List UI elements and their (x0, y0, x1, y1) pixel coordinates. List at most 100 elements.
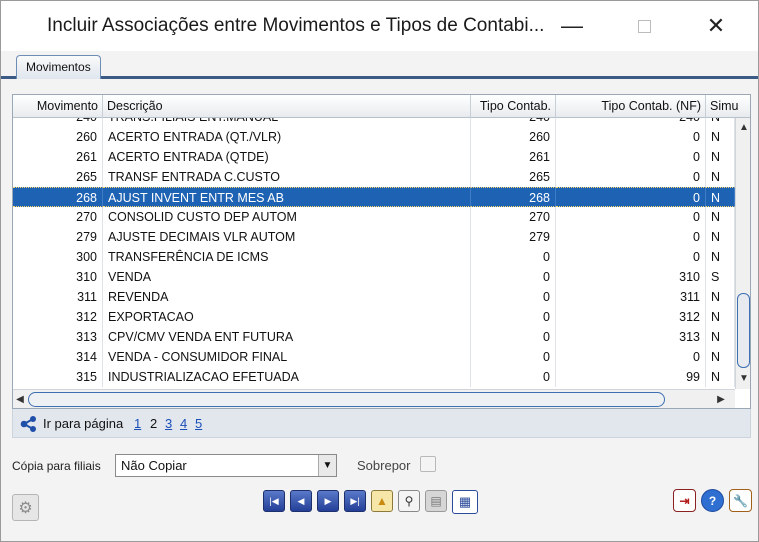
table-row[interactable]: 270 CONSOLID CUSTO DEP AUTOM 270 0 N (13, 207, 735, 227)
scroll-right-icon[interactable]: ▶ (715, 393, 727, 407)
copy-branches-value: Não Copiar (121, 458, 187, 473)
first-record-button[interactable]: |◀ (263, 490, 285, 512)
table-row[interactable]: 261 ACERTO ENTRADA (QTDE) 261 0 N (13, 147, 735, 167)
help-icon: ? (708, 493, 717, 508)
gear-icon: ⚙ (18, 499, 33, 517)
table-row[interactable]: 314 VENDA - CONSUMIDOR FINAL 0 0 N (13, 347, 735, 367)
cell-movimento: 300 (13, 247, 103, 267)
settings-button[interactable]: ⚙ (12, 494, 39, 521)
cell-tipo: 240 (471, 118, 556, 127)
dialog-window: Incluir Associações entre Movimentos e T… (0, 0, 759, 542)
table-row[interactable]: 313 CPV/CMV VENDA ENT FUTURA 0 313 N (13, 327, 735, 347)
next-icon: ▶ (324, 495, 332, 506)
cell-descricao: TRANSFERÊNCIA DE ICMS (103, 247, 471, 267)
maximize-icon (637, 19, 651, 33)
cell-tipo: 0 (471, 327, 556, 347)
table-row[interactable]: 300 TRANSFERÊNCIA DE ICMS 0 0 N (13, 247, 735, 267)
overwrite-checkbox[interactable] (420, 456, 436, 472)
cell-tipo-nf: 99 (556, 367, 706, 387)
page-link-4[interactable]: 4 (180, 416, 187, 431)
page-link-5[interactable]: 5 (195, 416, 202, 431)
view-button[interactable]: ▤ (425, 490, 447, 512)
help-button[interactable]: ? (701, 489, 724, 512)
cell-tipo: 0 (471, 307, 556, 327)
cell-descricao: ACERTO ENTRADA (QTDE) (103, 147, 471, 167)
table-row[interactable]: 265 TRANSF ENTRADA C.CUSTO 265 0 N (13, 167, 735, 187)
table-row[interactable]: 310 VENDA 0 310 S (13, 267, 735, 287)
header-simu[interactable]: Simu (706, 95, 750, 118)
table-row-selected[interactable]: 268 AJUST INVENT ENTR MES AB 268 0 N (13, 187, 735, 207)
cell-movimento: 268 (13, 187, 103, 207)
chevron-down-icon[interactable]: ▼ (318, 455, 336, 476)
cell-simu: N (706, 327, 735, 347)
horizontal-scrollbar[interactable]: ◀ ▶ (13, 389, 735, 408)
cell-tipo: 270 (471, 207, 556, 227)
tab-bar: Movimentos (1, 51, 758, 79)
cell-movimento: 265 (13, 167, 103, 187)
window-title: Incluir Associações entre Movimentos e T… (47, 15, 545, 36)
title-bar: Incluir Associações entre Movimentos e T… (1, 1, 758, 51)
share-icon (20, 416, 36, 432)
goto-page-label: Ir para página (43, 416, 124, 431)
header-tipo-contab-nf[interactable]: Tipo Contab. (NF) (556, 95, 706, 118)
cell-descricao: TRANSF ENTRADA C.CUSTO (103, 167, 471, 187)
cell-movimento: 279 (13, 227, 103, 247)
table-row[interactable]: 279 AJUSTE DECIMAIS VLR AUTOM 279 0 N (13, 227, 735, 247)
minimize-button[interactable]: — (549, 9, 595, 43)
cell-tipo: 0 (471, 247, 556, 267)
page-link-1[interactable]: 1 (134, 416, 141, 431)
cell-tipo-nf: 0 (556, 167, 706, 187)
copy-branches-select[interactable]: Não Copiar ▼ (115, 454, 337, 477)
vertical-scroll-thumb[interactable] (737, 293, 750, 368)
tab-movimentos[interactable]: Movimentos (16, 55, 101, 79)
close-button[interactable]: ✕ (693, 9, 739, 43)
view-icon: ▤ (430, 494, 442, 508)
tools-button[interactable]: 🔧 (729, 489, 752, 512)
prev-icon: ◀ (297, 495, 305, 506)
search-button[interactable]: ⚲ (398, 490, 420, 512)
vertical-scrollbar[interactable]: ▲ ▼ (735, 118, 750, 389)
grid-rows: 240 TRANS.FILIAIS ENT.MANUAL 240 240 N 2… (13, 118, 735, 389)
table-row[interactable]: 260 ACERTO ENTRADA (QT./VLR) 260 0 N (13, 127, 735, 147)
table-row-partial[interactable]: 240 TRANS.FILIAIS ENT.MANUAL 240 240 N (13, 118, 735, 127)
header-descricao[interactable]: Descrição (103, 95, 471, 118)
grid-icon: ▦ (458, 494, 472, 509)
cell-tipo: 279 (471, 227, 556, 247)
cell-tipo-nf: 0 (556, 127, 706, 147)
header-movimento[interactable]: Movimento (13, 95, 103, 118)
page-link-3[interactable]: 3 (165, 416, 172, 431)
scroll-left-icon[interactable]: ◀ (14, 393, 26, 407)
cell-descricao: REVENDA (103, 287, 471, 307)
cell-simu: N (706, 287, 735, 307)
scroll-up-icon[interactable]: ▲ (738, 121, 750, 135)
prev-record-button[interactable]: ◀ (290, 490, 312, 512)
cell-simu: N (706, 347, 735, 367)
cell-descricao: VENDA - CONSUMIDOR FINAL (103, 347, 471, 367)
grid-view-button[interactable]: ▦ (452, 490, 478, 514)
cell-tipo-nf: 312 (556, 307, 706, 327)
cell-tipo-nf: 0 (556, 147, 706, 167)
eject-button[interactable]: ▲ (371, 490, 393, 512)
scroll-down-icon[interactable]: ▼ (738, 372, 750, 386)
cell-descricao: ACERTO ENTRADA (QT./VLR) (103, 127, 471, 147)
cell-tipo-nf: 0 (556, 347, 706, 367)
table-row[interactable]: 315 INDUSTRIALIZACAO EFETUADA 0 99 N (13, 367, 735, 387)
cell-movimento: 270 (13, 207, 103, 227)
cell-tipo: 0 (471, 287, 556, 307)
cell-descricao: EXPORTACAO (103, 307, 471, 327)
next-record-button[interactable]: ▶ (317, 490, 339, 512)
cell-tipo-nf: 311 (556, 287, 706, 307)
table-row[interactable]: 312 EXPORTACAO 0 312 N (13, 307, 735, 327)
last-record-button[interactable]: ▶| (344, 490, 366, 512)
exit-button[interactable]: ⇥ (673, 489, 696, 512)
cell-tipo: 265 (471, 167, 556, 187)
maximize-button[interactable] (621, 9, 667, 43)
horizontal-scroll-thumb[interactable] (28, 392, 665, 407)
cell-movimento: 310 (13, 267, 103, 287)
up-icon: ▲ (376, 494, 388, 508)
cell-simu: N (706, 227, 735, 247)
table-row[interactable]: 311 REVENDA 0 311 N (13, 287, 735, 307)
header-tipo-contab[interactable]: Tipo Contab. (471, 95, 556, 118)
page-current-2: 2 (150, 416, 158, 431)
cell-tipo: 0 (471, 367, 556, 387)
